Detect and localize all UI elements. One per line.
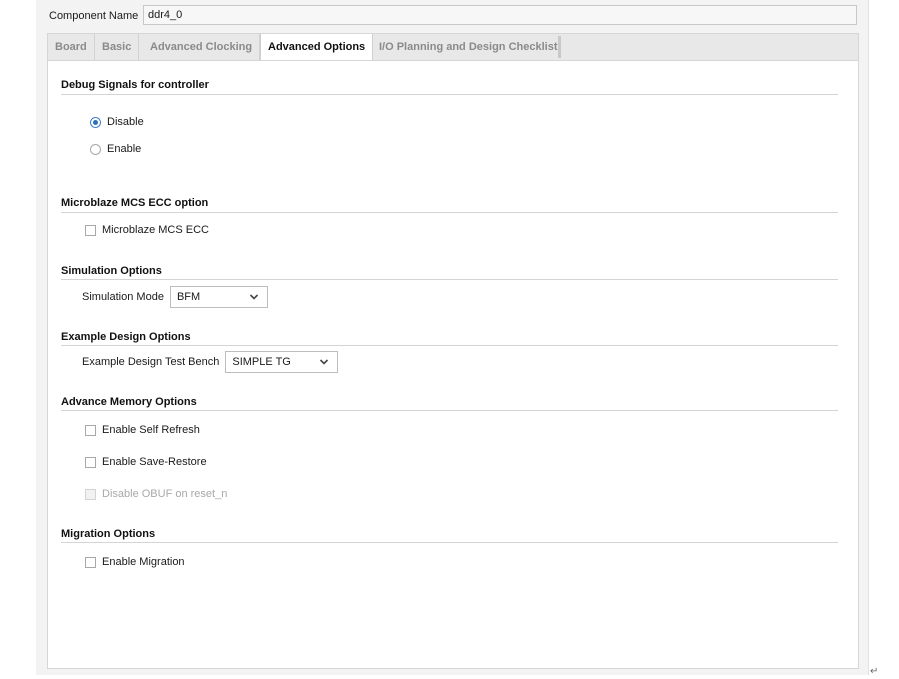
checkbox-icon[interactable]	[85, 424, 96, 436]
enable-migration-label: Enable Migration	[102, 556, 185, 568]
section-divider	[61, 94, 838, 95]
example-testbench-select[interactable]: SIMPLE TG	[225, 351, 339, 373]
migration-section-title: Migration Options	[61, 528, 156, 540]
self-refresh-checkbox[interactable]: Enable Self Refresh	[85, 424, 200, 436]
debug-section-title: Debug Signals for controller	[61, 79, 209, 91]
save-restore-label: Enable Save-Restore	[102, 456, 207, 468]
section-divider	[61, 279, 838, 280]
mcs-ecc-label: Microblaze MCS ECC	[102, 224, 209, 236]
mcs-section-title: Microblaze MCS ECC option	[61, 197, 209, 209]
checkbox-icon[interactable]	[85, 456, 96, 468]
debug-disable-label: Disable	[107, 116, 144, 128]
advanced-options-panel: Debug Signals for controller Disable Ena…	[47, 60, 859, 669]
disable-obuf-label: Disable OBUF on reset_n	[102, 488, 228, 500]
simulation-section-title: Simulation Options	[61, 265, 162, 277]
checkbox-icon[interactable]	[85, 224, 96, 236]
tab-overflow-divider	[558, 36, 561, 58]
mcs-ecc-checkbox[interactable]: Microblaze MCS ECC	[85, 224, 209, 236]
enable-migration-checkbox[interactable]: Enable Migration	[85, 556, 185, 568]
tab-advanced-options[interactable]: Advanced Options	[260, 34, 374, 61]
chevron-down-icon	[320, 359, 329, 365]
radio-unselected-icon[interactable]	[90, 143, 101, 155]
simulation-mode-select[interactable]: BFM	[169, 286, 268, 308]
component-name-input[interactable]	[143, 5, 857, 25]
memory-section-title: Advance Memory Options	[61, 396, 197, 408]
chevron-down-icon	[249, 294, 259, 300]
example-testbench-value: SIMPLE TG	[232, 356, 291, 368]
checkbox-disabled-icon	[85, 488, 96, 500]
simulation-mode-value: BFM	[176, 291, 201, 303]
tab-bar: Board Basic Advanced Clocking Advanced O…	[47, 33, 859, 61]
example-testbench-row: Example Design Test Bench SIMPLE TG	[82, 351, 339, 373]
section-divider	[61, 410, 838, 411]
debug-disable-option[interactable]: Disable	[90, 116, 144, 128]
component-name-label: Component Name	[49, 10, 139, 22]
example-section-title: Example Design Options	[61, 331, 191, 343]
simulation-mode-label: Simulation Mode	[82, 291, 164, 303]
section-divider	[61, 542, 838, 543]
disable-obuf-checkbox: Disable OBUF on reset_n	[85, 488, 227, 500]
component-name-row: Component Name	[49, 5, 142, 27]
tab-io-planning[interactable]: I/O Planning and Design Checklist	[372, 34, 564, 60]
ip-customization-window: Component Name Board Basic Advanced Cloc…	[36, 0, 869, 675]
example-testbench-label: Example Design Test Bench	[82, 356, 220, 368]
debug-enable-label: Enable	[107, 143, 142, 155]
tab-advanced-clocking[interactable]: Advanced Clocking	[143, 34, 261, 60]
return-mark-icon: ↵	[870, 666, 879, 677]
simulation-mode-row: Simulation Mode BFM	[82, 286, 268, 308]
self-refresh-label: Enable Self Refresh	[102, 424, 200, 436]
save-restore-checkbox[interactable]: Enable Save-Restore	[85, 456, 207, 468]
radio-selected-icon[interactable]	[90, 116, 101, 128]
debug-enable-option[interactable]: Enable	[90, 143, 141, 155]
tab-board[interactable]: Board	[48, 34, 95, 60]
section-divider	[61, 212, 838, 213]
checkbox-icon[interactable]	[85, 556, 96, 568]
tab-basic[interactable]: Basic	[95, 34, 140, 60]
section-divider	[61, 345, 838, 346]
